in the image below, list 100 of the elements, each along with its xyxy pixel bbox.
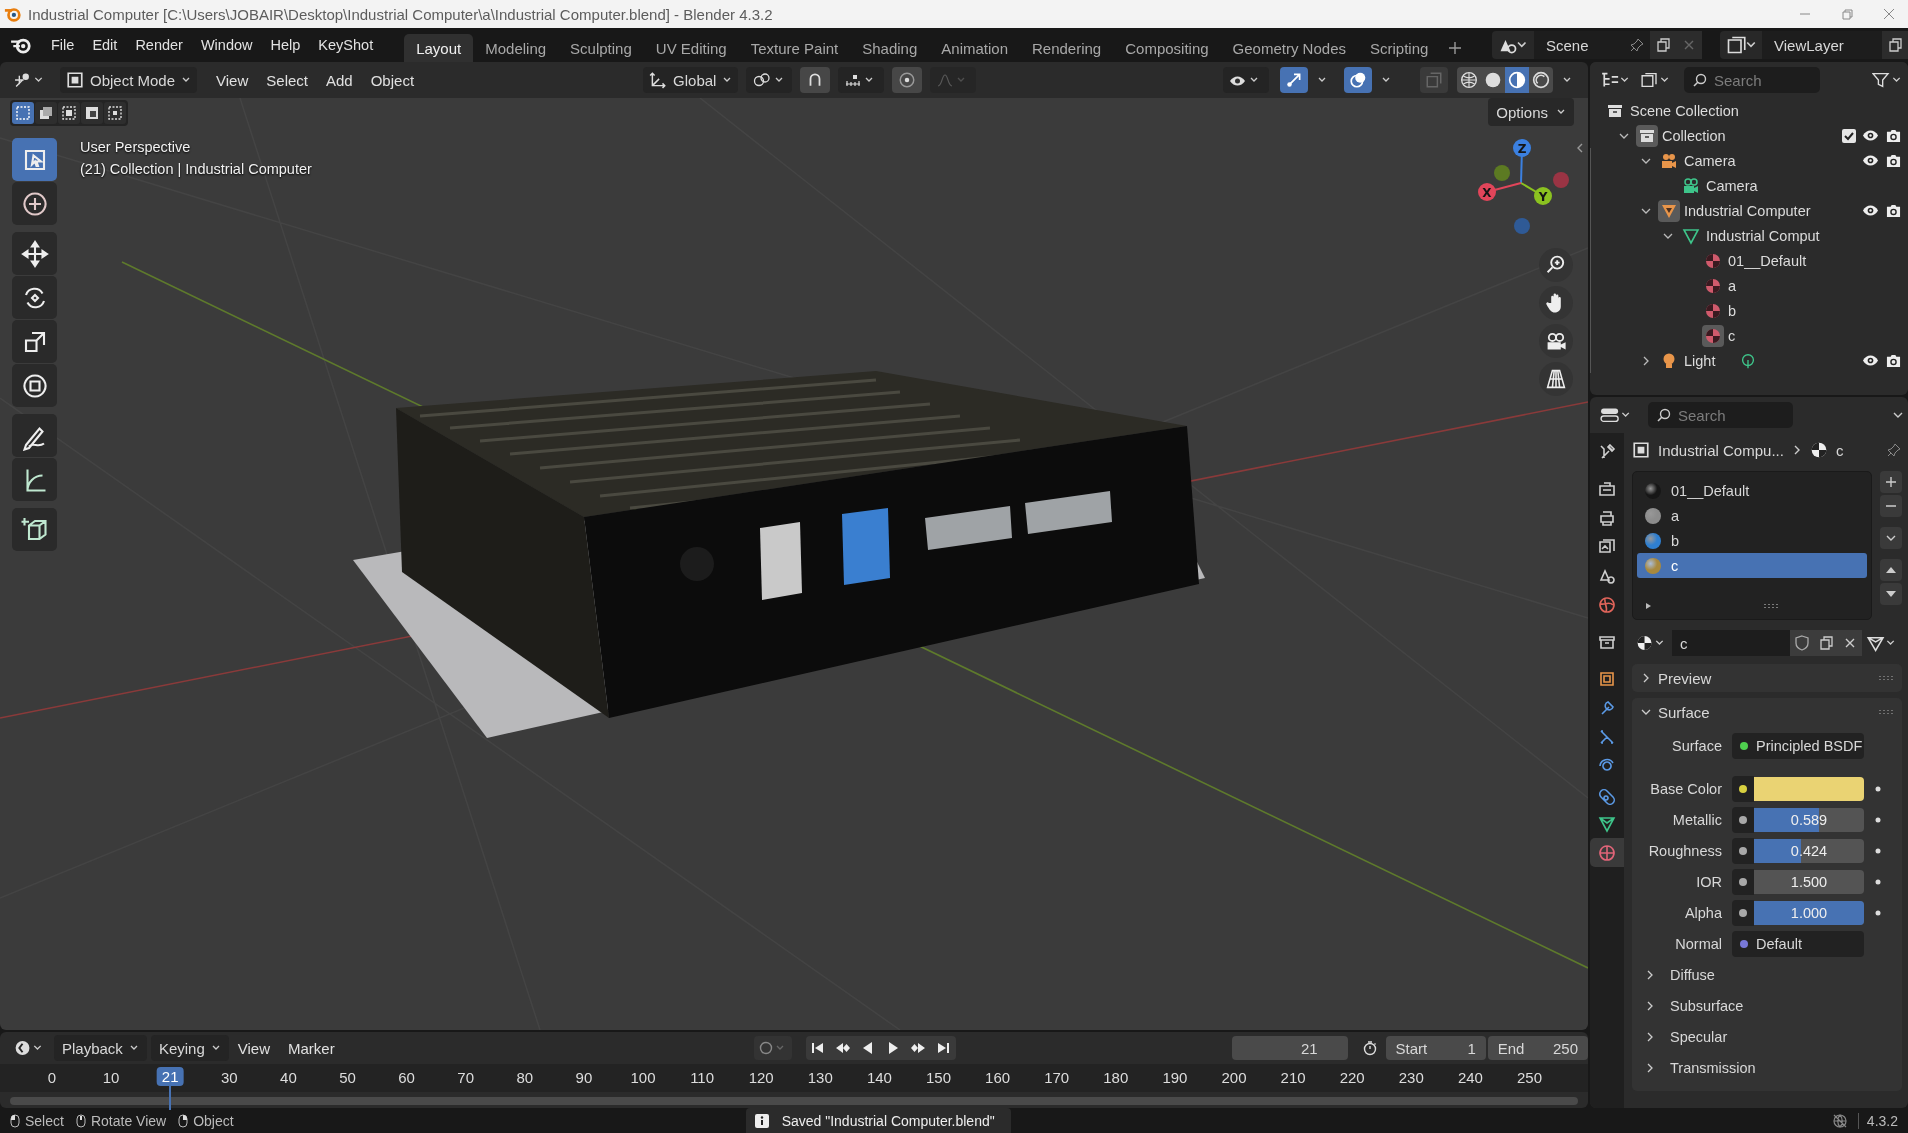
frame-number: 170 <box>1044 1069 1070 1086</box>
workspace-tab[interactable]: Rendering <box>1020 34 1114 62</box>
search-field[interactable]: Search <box>1648 402 1793 428</box>
frame-number: 0 <box>47 1069 57 1086</box>
status-message-text: Saved "Industrial Computer.blend" <box>781 1112 995 1129</box>
axis-label: X <box>1482 185 1492 200</box>
frame-number: 240 <box>1457 1069 1483 1086</box>
search-field[interactable]: Search <box>1684 67 1820 93</box>
property-label: Alpha <box>1683 904 1723 921</box>
workspace-tab[interactable]: Animation <box>929 34 1020 62</box>
outliner-item[interactable]: Collection <box>1662 127 1726 144</box>
frame-number: 30 <box>220 1069 238 1086</box>
outliner-item[interactable]: Industrial Comput <box>1706 227 1820 244</box>
outliner-item[interactable]: Light <box>1684 352 1716 369</box>
material-slot[interactable]: a <box>1637 503 1867 528</box>
view-menu-item[interactable]: Object <box>361 67 424 93</box>
menu-item[interactable]: Render <box>126 32 192 58</box>
version-label: 4.3.2 <box>1857 1112 1898 1129</box>
workspace-tab[interactable]: Shading <box>850 34 930 62</box>
status-hint: Object <box>193 1112 234 1129</box>
subpanel-header[interactable]: Subsurface <box>1632 990 1902 1021</box>
socket-link-field[interactable]: Principled BSDF <box>1732 732 1864 759</box>
scene-field[interactable]: Scene <box>1534 31 1624 59</box>
options-dropdown[interactable]: Options <box>1488 98 1574 126</box>
breadcrumb-item: c <box>1835 441 1844 459</box>
workspace-tab[interactable]: Sculpting <box>558 34 644 62</box>
timeline-menu-item[interactable]: View <box>228 1035 279 1061</box>
value-slider[interactable]: 1.000 <box>1754 900 1864 925</box>
outliner-item[interactable]: b <box>1728 302 1737 319</box>
view-menu-item[interactable]: View <box>207 67 258 93</box>
property-label: IOR <box>1695 873 1723 890</box>
outliner-item[interactable]: Camera <box>1706 177 1758 194</box>
frame-number: 60 <box>398 1069 415 1086</box>
menu-item[interactable]: File <box>42 32 84 58</box>
status-hint: Select <box>25 1112 64 1129</box>
frame-number: 190 <box>1162 1069 1188 1086</box>
outliner-item[interactable]: 01__Default <box>1728 252 1807 269</box>
menu-item[interactable]: Edit <box>83 32 127 58</box>
workspace-tab[interactable]: Scripting <box>1358 34 1441 62</box>
property-label: Metallic <box>1671 811 1723 828</box>
timeline-dropdown[interactable]: Keying <box>150 1035 229 1061</box>
axis-label: Z <box>1517 141 1527 156</box>
frame-number: 80 <box>516 1069 534 1086</box>
workspace-tab[interactable]: Layout <box>404 34 474 62</box>
start-frame-field[interactable]: Start 1 <box>1385 1036 1486 1060</box>
view-layer-field[interactable]: ViewLayer <box>1762 31 1882 59</box>
orientation-dropdown[interactable]: Global <box>643 67 739 93</box>
outliner-item[interactable]: Camera <box>1684 152 1736 169</box>
frame-number: 140 <box>866 1069 892 1086</box>
material-slot[interactable]: b <box>1637 528 1867 553</box>
end-frame-field[interactable]: End 250 <box>1487 1036 1588 1060</box>
frame-number: 90 <box>575 1069 593 1086</box>
menu-item[interactable]: Help <box>261 32 310 58</box>
property-label: Surface <box>1671 737 1723 754</box>
subpanel-header[interactable]: Transmission <box>1632 1052 1902 1083</box>
frame-number: 40 <box>280 1069 297 1086</box>
workspace-tab[interactable]: Texture Paint <box>738 34 851 62</box>
workspace-tab[interactable]: Geometry Nodes <box>1220 34 1358 62</box>
breadcrumb-item: Industrial Compu... <box>1658 441 1784 459</box>
view-menu-item[interactable]: Select <box>257 67 317 93</box>
outliner-item[interactable]: a <box>1728 277 1737 294</box>
property-label: Base Color <box>1649 780 1723 797</box>
frame-number: 210 <box>1280 1069 1306 1086</box>
current-frame-field[interactable]: 21 <box>1231 1036 1348 1060</box>
number-field[interactable]: 1.500 <box>1754 869 1864 894</box>
frame-number: 200 <box>1221 1069 1247 1086</box>
frame-number: 250 <box>1517 1069 1542 1086</box>
subpanel-header[interactable]: Diffuse <box>1632 959 1902 990</box>
panel-header[interactable]: Surface <box>1632 698 1902 726</box>
frame-number: 120 <box>748 1069 774 1086</box>
playhead[interactable]: 21 <box>156 1067 184 1086</box>
material-slot[interactable]: c <box>1637 553 1867 578</box>
menu-item[interactable]: KeyShot <box>309 32 383 58</box>
outliner-item[interactable]: Scene Collection <box>1630 102 1739 119</box>
window-title: Industrial Computer [C:\Users\JOBAIR\Desktop\Industrial Computer\a\Industrial Computer.blend] - Blender 4.3.2 <box>28 5 773 23</box>
property-label: Normal <box>1674 935 1723 952</box>
subpanel-header[interactable]: Specular <box>1632 1021 1902 1052</box>
view-menu-item[interactable]: Add <box>317 67 362 93</box>
material-name-field[interactable]: c <box>1672 630 1790 656</box>
timeline-dropdown[interactable]: Playback <box>54 1035 147 1061</box>
frame-number: 180 <box>1103 1069 1129 1086</box>
socket-link-field[interactable]: Default <box>1732 930 1864 957</box>
frame-number: 100 <box>630 1069 656 1086</box>
workspace-tab[interactable]: Compositing <box>1113 34 1221 62</box>
workspace-tab[interactable]: UV Editing <box>643 34 739 62</box>
menu-item[interactable]: Window <box>191 32 262 58</box>
viewport-info-text: User Perspective <box>80 138 192 157</box>
timeline-menu-item[interactable]: Marker <box>279 1035 344 1061</box>
frame-number: 110 <box>690 1069 715 1086</box>
frame-number: 70 <box>457 1069 475 1086</box>
frame-number: 220 <box>1339 1069 1365 1086</box>
status-hint: Rotate View <box>90 1112 167 1129</box>
material-slot[interactable]: 01__Default <box>1637 478 1867 503</box>
frame-number: 130 <box>807 1069 833 1086</box>
mode-dropdown[interactable]: Object Mode <box>60 67 198 93</box>
outliner-item[interactable]: Industrial Computer <box>1684 202 1811 219</box>
panel-header[interactable]: Preview <box>1632 664 1902 692</box>
workspace-tab[interactable]: Modeling <box>473 34 559 62</box>
frame-number: 160 <box>985 1069 1011 1086</box>
outliner-item[interactable]: c <box>1728 327 1736 344</box>
